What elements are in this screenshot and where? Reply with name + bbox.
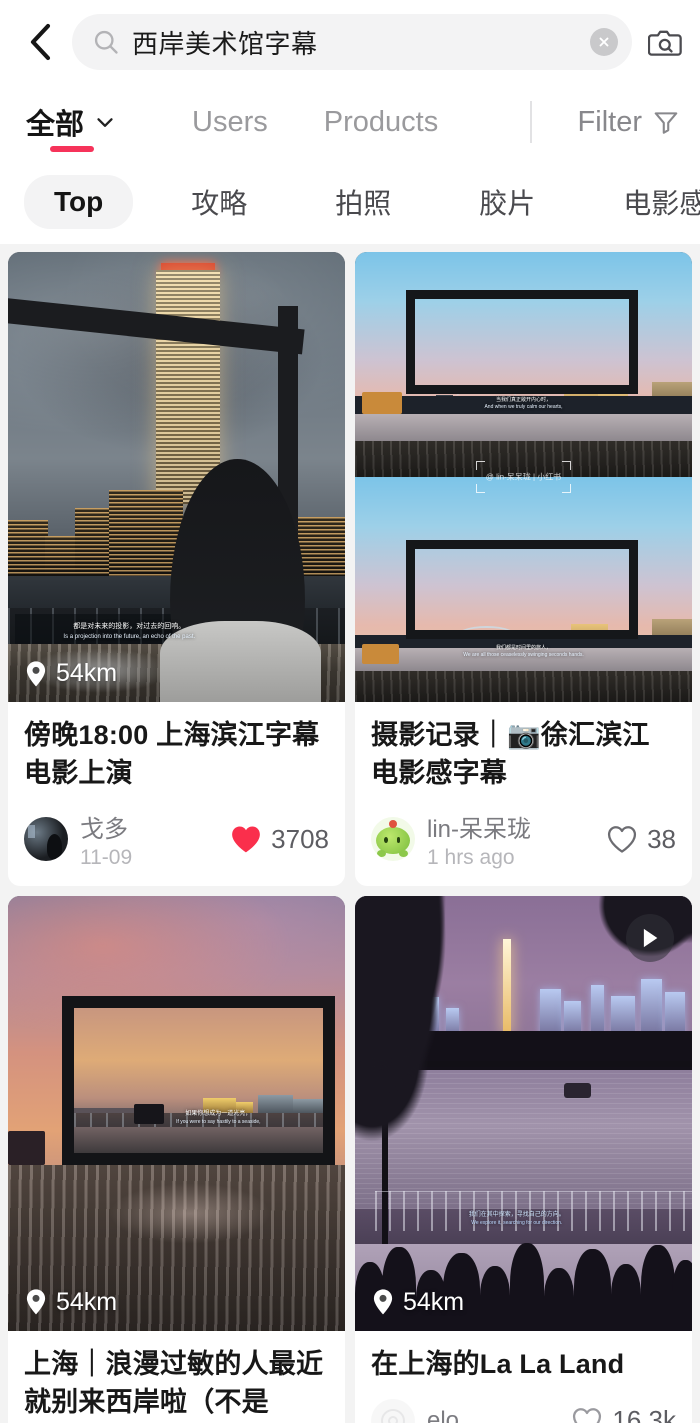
watermark-text: @ lin-呆呆珑 | 小红书 [485, 472, 562, 482]
location-pin-icon [26, 660, 46, 686]
tab-products[interactable]: Products [324, 84, 438, 160]
like-count: 16.3k [612, 1405, 676, 1423]
distance-text: 54km [56, 659, 118, 687]
author-name: elo [427, 1406, 460, 1423]
chip-paizhao[interactable]: 拍照 [305, 171, 421, 233]
note-body: 上海｜浪漫过敏的人最近就别来西岸啦（不是 [8, 1331, 345, 1423]
search-bar: 西岸美术馆字幕 [0, 0, 700, 84]
category-chip-row[interactable]: Top 攻略 拍照 胶片 电影感 画框 [0, 160, 700, 244]
note-title[interactable]: 摄影记录｜📷徐汇滨江电影感字幕 [371, 716, 676, 793]
distance-text: 54km [56, 1287, 118, 1316]
chevron-left-icon [30, 23, 51, 61]
note-body: 在上海的La La Land elo 16.3k [355, 1331, 692, 1423]
author-name: lin-呆呆珑 [427, 815, 532, 843]
post-date: 11-09 [80, 845, 133, 869]
search-query-text: 西岸美术馆字幕 [132, 28, 318, 59]
post-date: 1 hrs ago [427, 845, 515, 869]
author-info[interactable]: lin-呆呆珑 1 hrs ago [427, 809, 594, 870]
note-body: 傍晚18:00 上海滨江字幕电影上演 戈多 11-09 3708 [8, 702, 345, 886]
results-feed: 都是对未来的投影，对过去的回响。 Is a projection into th… [0, 244, 700, 1423]
like-count: 38 [647, 823, 676, 854]
search-icon [94, 30, 118, 54]
thumbnail-image: 我们在其中探索，寻找自己的方向。 We explore it, searchin… [355, 895, 692, 1331]
note-thumbnail[interactable]: 我们在其中探索，寻找自己的方向。 We explore it, searchin… [355, 895, 692, 1331]
search-input[interactable]: 西岸美术馆字幕 [72, 14, 632, 70]
thumbnail-image: 如果你想成为一道光亮， If you were to say hastily t… [8, 895, 345, 1331]
heart-outline-icon [573, 1408, 602, 1423]
chip-dianyinggan[interactable]: 电影感 [593, 171, 700, 233]
subtitle-cn: 我们在其中探索，寻找自己的方向。 [468, 1211, 565, 1218]
play-button[interactable] [626, 913, 674, 962]
note-meta: 戈多 11-09 3708 [24, 809, 329, 870]
distance-badge: 54km [24, 659, 117, 688]
distance-badge: 54km [24, 1288, 117, 1317]
note-title[interactable]: 在上海的La La Land [371, 1345, 676, 1383]
heart-filled-icon [232, 826, 261, 853]
subtitle-en: And when we truly calm our hearts, [484, 404, 563, 410]
note-card[interactable]: 当我们真正敞开内心时， And when we truly calm our h… [355, 252, 692, 886]
avatar[interactable] [24, 817, 68, 862]
note-title[interactable]: 上海｜浪漫过敏的人最近就别来西岸啦（不是 [24, 1345, 329, 1422]
avatar[interactable] [371, 1398, 415, 1423]
filter-label: Filter [577, 105, 642, 138]
watermark-overlay: @ lin-呆呆珑 | 小红书 [355, 461, 692, 493]
note-card[interactable]: 如果你想成为一道光亮， If you were to say hastily t… [8, 895, 345, 1423]
subtitle-cn: 我们都是时间里的旅人， [495, 644, 551, 651]
subtitle-en: Is a projection into the future, an echo… [63, 634, 196, 640]
tab-users-label: Users [192, 105, 268, 138]
note-thumbnail[interactable]: 当我们真正敞开内心时， And when we truly calm our h… [355, 252, 692, 702]
avatar[interactable] [371, 817, 415, 862]
visual-search-button[interactable] [648, 24, 684, 60]
location-pin-icon [373, 1289, 393, 1315]
subtitle-en: We explore it, searching for our directi… [471, 1219, 563, 1226]
thumbnail-image: 当我们真正敞开内心时， And when we truly calm our h… [355, 252, 692, 702]
note-meta: elo 16.3k [371, 1398, 676, 1423]
distance-text: 54km [403, 1287, 465, 1316]
back-button[interactable] [18, 20, 62, 64]
feed-column-left: 都是对未来的投影，对过去的回响。 Is a projection into th… [8, 252, 345, 1423]
feed-column-right: 当我们真正敞开内心时， And when we truly calm our h… [355, 252, 692, 1423]
clear-search-button[interactable] [590, 28, 618, 56]
funnel-icon [654, 112, 678, 134]
chevron-down-icon [97, 118, 113, 127]
chip-top[interactable]: Top [24, 175, 134, 229]
tab-all[interactable]: 全部 [26, 84, 118, 160]
tab-users[interactable]: Users [192, 84, 268, 160]
chip-jiaopian[interactable]: 胶片 [449, 171, 565, 233]
subtitle-en: We are all those ceaselessly swinging se… [463, 651, 584, 658]
divider [529, 101, 532, 143]
tab-all-label: 全部 [26, 109, 85, 141]
subtitle-en: If you were to say hastily to a seaside, [176, 1119, 261, 1126]
note-thumbnail[interactable]: 都是对未来的投影，对过去的回响。 Is a projection into th… [8, 252, 345, 702]
note-meta: lin-呆呆珑 1 hrs ago 38 [371, 809, 676, 870]
subtitle-cn: 当我们真正敞开内心时， [495, 397, 551, 403]
play-icon [643, 928, 658, 947]
active-tab-indicator [50, 146, 94, 152]
like-button[interactable]: 3708 [230, 824, 329, 855]
note-title[interactable]: 傍晚18:00 上海滨江字幕电影上演 [24, 716, 329, 793]
subtitle-cn: 都是对未来的投影，对过去的回响。 [73, 623, 186, 630]
chip-gonglue[interactable]: 攻略 [161, 171, 277, 233]
note-card[interactable]: 都是对未来的投影，对过去的回响。 Is a projection into th… [8, 252, 345, 886]
camera-search-icon [648, 30, 682, 56]
author-info[interactable]: elo [427, 1407, 559, 1423]
author-name: 戈多 [80, 815, 128, 843]
like-button[interactable]: 16.3k [571, 1405, 676, 1423]
heart-outline-icon [608, 826, 637, 853]
note-thumbnail[interactable]: 如果你想成为一道光亮， If you were to say hastily t… [8, 895, 345, 1331]
filter-button[interactable]: Filter [578, 106, 680, 139]
note-card[interactable]: 我们在其中探索，寻找自己的方向。 We explore it, searchin… [355, 895, 692, 1423]
location-pin-icon [26, 1289, 46, 1315]
tab-products-label: Products [323, 105, 439, 138]
note-body: 摄影记录｜📷徐汇滨江电影感字幕 lin-呆呆珑 1 hrs ago 38 [355, 702, 692, 886]
author-info[interactable]: 戈多 11-09 [80, 809, 218, 870]
distance-badge: 54km [371, 1288, 464, 1317]
like-count: 3708 [271, 823, 329, 854]
subtitle-cn: 如果你想成为一道光亮， [185, 1111, 252, 1118]
main-tab-bar: 全部 Users Products Filter [0, 84, 700, 160]
thumbnail-image: 都是对未来的投影，对过去的回响。 Is a projection into th… [8, 252, 345, 702]
like-button[interactable]: 38 [606, 824, 676, 855]
close-icon [599, 37, 609, 47]
